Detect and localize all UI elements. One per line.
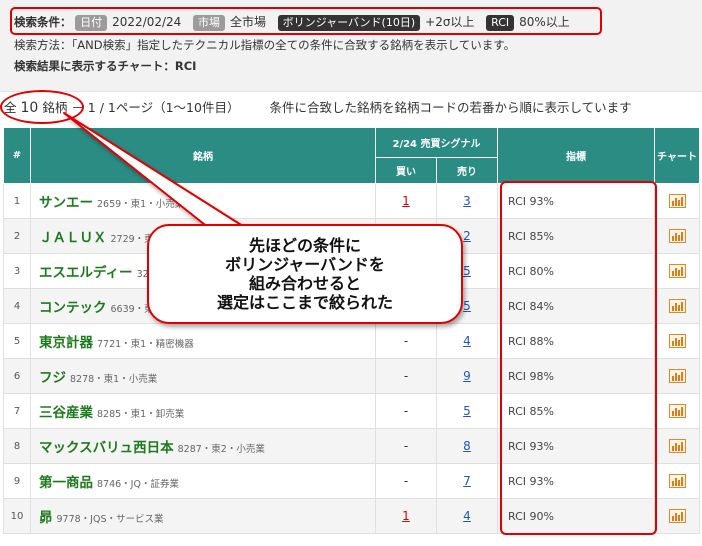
callout-line: 選定はここまで絞られた xyxy=(216,293,393,312)
callout-line: 組み合わせると xyxy=(248,274,361,293)
callout-bubble: 先ほどの条件に ボリンジャーバンドを 組み合わせると 選定はここまで絞られた xyxy=(147,224,463,324)
indicator-highlight-frame xyxy=(500,181,657,535)
callout-line: ボリンジャーバンドを xyxy=(225,255,385,274)
callout-line: 先ほどの条件に xyxy=(248,236,361,255)
